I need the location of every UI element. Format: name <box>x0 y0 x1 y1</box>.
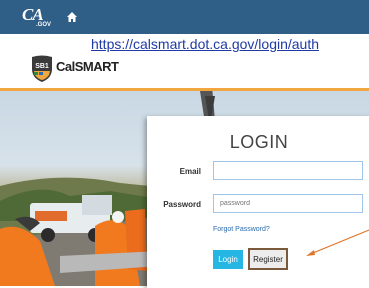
login-button[interactable]: Login <box>213 250 243 269</box>
annotation-arrow <box>306 229 369 256</box>
email-input[interactable] <box>213 161 363 180</box>
login-title: LOGIN <box>229 132 289 152</box>
password-input[interactable] <box>213 194 363 213</box>
password-label: Password <box>163 200 201 209</box>
ca-gov-header-bar: CA .GOV <box>0 0 369 34</box>
register-button[interactable]: Register <box>248 248 288 270</box>
forgot-password-link[interactable]: Forgot Password? <box>213 226 270 233</box>
login-panel: LOGIN Email Password Forgot Password? Lo… <box>147 116 369 288</box>
sb1-badge-text: SB1 <box>35 63 49 70</box>
ca-gov-logo-subtext: .GOV <box>36 22 52 28</box>
email-label: Email <box>179 167 201 176</box>
home-icon[interactable] <box>66 11 78 23</box>
sb1-shield-icon: SB1 <box>32 55 52 82</box>
url-annotation[interactable]: https://calsmart.dot.ca.gov/login/auth <box>91 36 319 52</box>
brand-name: CalSMART <box>56 59 119 74</box>
